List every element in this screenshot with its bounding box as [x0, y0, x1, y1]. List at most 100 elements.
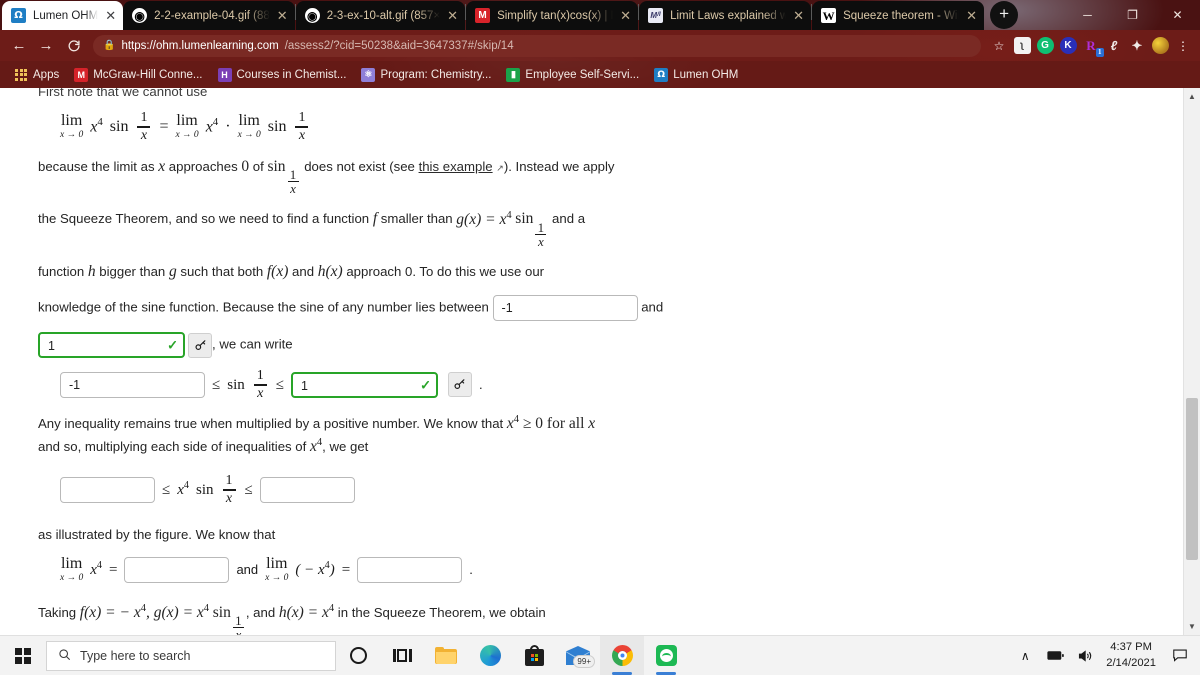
microsoft-store-button[interactable] [512, 636, 556, 675]
browser-window: Ω Lumen OHM ✕ ◉ 2-2-example-04.gif (88 ✕… [0, 0, 1200, 635]
forward-icon[interactable]: → [33, 33, 59, 59]
cortana-button[interactable] [336, 636, 380, 675]
chrome-menu-icon[interactable]: ⋮ [1172, 35, 1194, 57]
input-inequality-upper[interactable]: 1 [290, 371, 438, 398]
mail-button[interactable]: 99+ [556, 636, 600, 675]
bookmark-mcgraw-hill[interactable]: M McGraw-Hill Conne... [68, 65, 208, 85]
dashlane-extension-icon[interactable]: ℓ [1103, 35, 1125, 57]
tab-lumen-ohm[interactable]: Ω Lumen OHM ✕ [2, 1, 124, 30]
tab-simplify-mathway[interactable]: M Simplify tan(x)cos(x) | M ✕ [466, 1, 639, 30]
input-multiplied-lower[interactable] [60, 477, 155, 504]
clock-time: 4:37 PM [1110, 641, 1152, 654]
input-limit-left[interactable] [124, 556, 230, 583]
key-icon[interactable] [188, 332, 212, 358]
spotify-button[interactable] [644, 636, 688, 675]
minimize-button[interactable]: ─ [1065, 0, 1110, 30]
tab-2-3-ex-10-alt[interactable]: ◉ 2-3-ex-10-alt.gif (857× ✕ [295, 1, 466, 30]
key-icon[interactable] [447, 372, 472, 398]
file-explorer-button[interactable] [424, 636, 468, 675]
correct-check-icon: ✓ [420, 377, 431, 393]
dashlane-glyph: ℓ [1110, 38, 1118, 53]
input-limit-right[interactable] [357, 556, 463, 583]
bookmark-lumen-ohm[interactable]: Ω Lumen OHM [648, 65, 744, 85]
denominator: x [290, 181, 296, 197]
exponent: 4 [96, 559, 102, 571]
scroll-up-arrow[interactable]: ▲ [1184, 88, 1200, 105]
url-host: https://ohm.lumenlearning.com [121, 39, 279, 52]
search-input[interactable]: Type here to search [46, 640, 336, 671]
battery-icon[interactable] [1040, 636, 1070, 675]
spotify-icon [655, 645, 677, 666]
input-sine-lower-bound[interactable]: -1 [492, 295, 638, 322]
text-fragment: the Squeeze Theorem, and so we need to f… [38, 211, 373, 227]
readability-extension-icon[interactable]: ʅ [1011, 35, 1033, 57]
tab-close-icon[interactable]: ✕ [105, 9, 116, 22]
tab-squeeze-theorem-wikipedia[interactable]: W Squeeze theorem - Wik ✕ [812, 1, 985, 30]
kami-extension-icon[interactable]: K [1057, 35, 1079, 57]
tab-close-icon[interactable]: ✕ [277, 9, 288, 22]
action-center-icon[interactable] [1166, 636, 1194, 675]
external-link-icon: ↗ [496, 162, 504, 173]
x-exponent: 4 [212, 115, 219, 128]
denominator: x [537, 234, 544, 250]
fx-text: f(x) = − x [79, 603, 141, 621]
task-view-button[interactable] [380, 636, 424, 675]
this-example-link[interactable]: this example [419, 159, 493, 174]
extensions-puzzle-icon[interactable]: ✦ [1126, 35, 1148, 57]
tab-title: Squeeze theorem - Wik [843, 9, 960, 22]
reload-icon[interactable] [60, 33, 86, 59]
text-fragment: and a [548, 211, 586, 227]
equation-multiplied-inequality: ≤ x4 sin 1 x ≤ [60, 474, 1155, 505]
profile-avatar[interactable] [1149, 35, 1171, 57]
scroll-down-arrow[interactable]: ▼ [1184, 618, 1200, 635]
new-tab-button[interactable]: + [990, 1, 1019, 29]
tab-close-icon[interactable]: ✕ [793, 9, 804, 22]
bookmark-star-icon[interactable]: ☆ [988, 35, 1010, 57]
bookmark-employee-self-service[interactable]: ▮ Employee Self-Servi... [500, 65, 645, 85]
text-fragment: Any inequality remains true when multipl… [38, 415, 507, 431]
ge-zero: ≥ 0 for all [519, 414, 589, 432]
lim-top: lim [60, 555, 83, 573]
input-sine-upper-bound[interactable]: 1 [38, 332, 185, 359]
tab-close-icon[interactable]: ✕ [620, 9, 631, 22]
input-inequality-lower[interactable]: -1 [60, 371, 205, 398]
back-icon[interactable]: ← [6, 33, 32, 59]
rakuten-extension-icon[interactable]: R1 [1080, 35, 1104, 57]
puzzle-glyph: ✦ [1131, 37, 1143, 53]
bookmark-courses-in-chemistry[interactable]: H Courses in Chemist... [212, 65, 353, 85]
page-scrollbar[interactable]: ▲ ▼ [1183, 88, 1200, 635]
and-connector: and [236, 562, 259, 578]
rakuten-glyph: R1 [1083, 37, 1104, 57]
show-hidden-icons-button[interactable]: ∧ [1010, 636, 1040, 675]
address-bar[interactable]: 🔒 https://ohm.lumenlearning.com/assess2/… [93, 34, 981, 57]
maximize-button[interactable]: ❐ [1110, 0, 1155, 30]
close-button[interactable]: ✕ [1155, 0, 1200, 30]
microsoft-edge-button[interactable] [468, 636, 512, 675]
limit-operator-left: lim x → 0 [60, 556, 83, 584]
numerator: 1 [140, 110, 148, 126]
bookmark-label: Courses in Chemist... [236, 68, 347, 81]
tab-close-icon[interactable]: ✕ [966, 9, 977, 22]
lim-bottom: x → 0 [60, 573, 84, 584]
google-chrome-button[interactable] [600, 635, 644, 675]
text-fragment: because the limit as [38, 158, 159, 174]
fraction-one-over-x: 1x [287, 168, 299, 197]
bookmark-apps[interactable]: Apps [8, 65, 65, 85]
text-fragment: , and [245, 604, 279, 620]
exponent: 4 [203, 602, 210, 614]
tab-limit-laws[interactable]: M/I Limit Laws explained wi ✕ [639, 1, 812, 30]
expr-hx: h(x) = x4 [279, 603, 334, 621]
volume-icon[interactable] [1070, 636, 1100, 675]
numerator: 1 [225, 473, 233, 489]
paragraph-sine-between: knowledge of the sine function. Because … [38, 295, 1155, 322]
start-button[interactable] [0, 636, 46, 675]
tab-2-2-example-04[interactable]: ◉ 2-2-example-04.gif (88 ✕ [123, 1, 295, 30]
tab-close-icon[interactable]: ✕ [447, 9, 458, 22]
bookmark-program-chemistry[interactable]: ⚛ Program: Chemistry... [355, 65, 497, 85]
input-multiplied-upper[interactable] [259, 477, 355, 504]
grammarly-extension-icon[interactable]: G [1034, 35, 1056, 57]
expr-x: x4 [90, 114, 103, 140]
exponent: 4 [506, 209, 512, 221]
scrollbar-thumb[interactable] [1186, 398, 1198, 560]
clock[interactable]: 4:37 PM 2/14/2021 [1100, 640, 1166, 670]
